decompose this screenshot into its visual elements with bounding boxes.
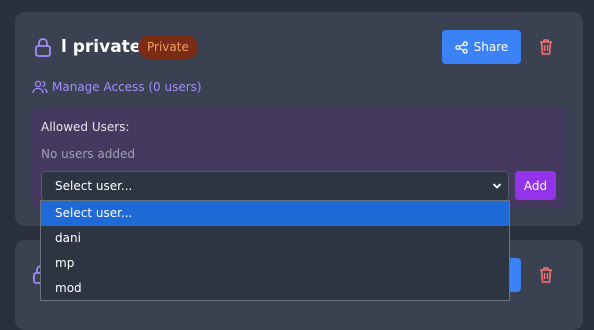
empty-users-message: No users added xyxy=(41,147,135,161)
delete-button[interactable] xyxy=(538,38,556,56)
share-label: Share xyxy=(473,40,509,54)
user-select-value: Select user... xyxy=(55,179,133,193)
dropdown-option[interactable]: Select user... xyxy=(41,201,509,226)
chevron-down-icon xyxy=(492,183,502,189)
delete-button[interactable] xyxy=(538,266,556,284)
manage-access-link[interactable]: Manage Access (0 users) xyxy=(32,79,202,95)
manage-access-label: Manage Access (0 users) xyxy=(52,80,202,94)
allowed-users-panel: Allowed Users: No users added Select use… xyxy=(32,108,566,208)
trash-icon xyxy=(540,267,552,283)
lock-icon xyxy=(35,38,51,57)
add-user-button[interactable]: Add xyxy=(515,171,556,200)
user-select-dropdown[interactable]: Select user... dani mp mod xyxy=(40,200,510,301)
visibility-badge: Private xyxy=(138,35,198,59)
dropdown-option[interactable]: mod xyxy=(41,276,509,301)
trash-icon xyxy=(540,39,552,55)
share-icon xyxy=(454,40,468,54)
user-select[interactable]: Select user... xyxy=(41,171,509,201)
dropdown-option[interactable]: mp xyxy=(41,251,509,276)
share-button[interactable]: Share xyxy=(442,30,521,64)
post-card: l private Private Share Manage Access (0… xyxy=(15,12,583,226)
allowed-users-label: Allowed Users: xyxy=(41,120,130,134)
users-icon xyxy=(32,80,48,94)
dropdown-option[interactable]: dani xyxy=(41,226,509,251)
card-title: l private xyxy=(61,37,142,57)
